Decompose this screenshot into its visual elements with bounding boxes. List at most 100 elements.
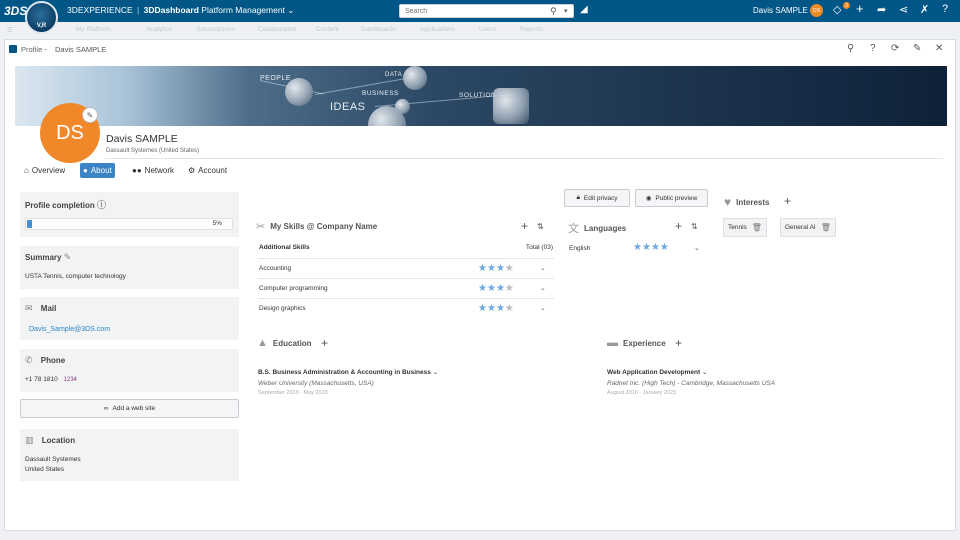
- tab-label: Overview: [31, 166, 66, 175]
- chevron-down-icon: ⌄: [287, 5, 295, 15]
- dashboard-tab[interactable]: Users: [479, 26, 496, 33]
- tag-icon[interactable]: ◢: [580, 4, 588, 15]
- star-icon[interactable]: ★: [478, 303, 487, 314]
- public-preview-button[interactable]: ◉ Public preview: [635, 189, 708, 207]
- star-icon[interactable]: ★: [496, 283, 505, 294]
- add-interest-icon[interactable]: +: [784, 194, 791, 208]
- add-education-icon[interactable]: +: [321, 336, 328, 350]
- tab-network[interactable]: ●● Network: [129, 163, 177, 178]
- dashboard-tab[interactable]: Collaboration: [258, 26, 296, 33]
- header-divider: [105, 158, 943, 159]
- tab-account[interactable]: ⚙ Account: [185, 163, 230, 178]
- additional-skills-label: Additional Skills: [259, 244, 310, 251]
- share-arrow-icon[interactable]: ➦: [877, 3, 886, 16]
- app-title[interactable]: 3DEXPERIENCE | 3DDashboard Platform Mana…: [67, 5, 294, 16]
- pin-icon[interactable]: ✎: [913, 43, 921, 54]
- star-icon[interactable]: ★: [642, 242, 651, 253]
- panel-user: Davis SAMPLE: [55, 45, 107, 54]
- star-icon[interactable]: ★: [496, 303, 505, 314]
- skill-name: Computer programming: [259, 285, 328, 292]
- dashboard-tab[interactable]: Analytics: [146, 26, 172, 33]
- home-icon: ⌂: [24, 166, 29, 175]
- dashboard-tab[interactable]: Subscriptions: [196, 26, 235, 33]
- tab-about[interactable]: ● About: [80, 163, 115, 178]
- skills-total: Total (03): [525, 244, 553, 251]
- compass-button[interactable]: V,R: [25, 1, 58, 34]
- search-icon[interactable]: ⚲: [550, 6, 557, 17]
- close-icon[interactable]: ✕: [935, 43, 943, 54]
- chevron-down-icon[interactable]: ⌄: [694, 244, 700, 252]
- star-icon[interactable]: ★: [660, 242, 669, 253]
- search-icon[interactable]: ⚲: [847, 43, 854, 54]
- edit-picture-icon[interactable]: ✎: [82, 107, 98, 123]
- phone-extension: 1234: [63, 377, 77, 383]
- ds-logo[interactable]: 3DS: [4, 4, 27, 18]
- menu-icon[interactable]: ☰: [7, 26, 13, 34]
- mail-link[interactable]: Davis_Sample@3DS.com: [29, 326, 110, 333]
- profile-organization: Dassault Systemes (United States): [106, 148, 200, 154]
- add-website-button[interactable]: ∞ Add a web site: [20, 399, 239, 418]
- skills-title: ✂ My Skills @ Company Name: [256, 221, 378, 233]
- dashboard-tab[interactable]: Dashboards: [361, 26, 396, 33]
- info-icon[interactable]: ⓘ: [97, 200, 106, 210]
- language-rating[interactable]: ★★★★: [633, 242, 669, 253]
- add-experience-icon[interactable]: +: [675, 336, 682, 350]
- experience-role[interactable]: Web Application Development ⌄: [607, 368, 707, 376]
- star-icon[interactable]: ★: [505, 303, 514, 314]
- dashboard-tab[interactable]: Content: [316, 26, 339, 33]
- refresh-icon[interactable]: ⟳: [891, 43, 899, 54]
- star-icon[interactable]: ★: [487, 303, 496, 314]
- add-skill-icon[interactable]: +: [521, 219, 528, 233]
- top-user-name[interactable]: Davis SAMPLE: [753, 6, 808, 15]
- star-icon[interactable]: ★: [496, 263, 505, 274]
- language-row: English ★★★★ ⌄: [568, 240, 708, 256]
- star-icon[interactable]: ★: [487, 263, 496, 274]
- skill-row: Design graphics ★★★★ ⌄: [258, 298, 554, 318]
- help-icon[interactable]: ?: [870, 43, 876, 54]
- location-title: ▥ Location: [25, 435, 76, 445]
- gear-icon: ⚙: [188, 166, 196, 175]
- education-title: ▲ Education: [257, 337, 312, 349]
- share-network-icon[interactable]: ⋖: [899, 3, 908, 16]
- star-icon[interactable]: ★: [478, 263, 487, 274]
- notifications-icon[interactable]: ◇: [833, 3, 841, 16]
- dashboard-tab[interactable]: My Platform: [76, 26, 111, 33]
- top-user-avatar[interactable]: DS: [810, 4, 823, 17]
- search-options-chevron-icon[interactable]: ▾: [564, 7, 568, 15]
- banner-cube: [493, 88, 529, 124]
- tab-overview[interactable]: ⌂ Overview: [21, 163, 68, 178]
- sort-icon[interactable]: ⇅: [537, 222, 544, 231]
- skill-rating[interactable]: ★★★★: [478, 283, 514, 294]
- chevron-down-icon[interactable]: ⌄: [540, 264, 546, 272]
- edit-privacy-button[interactable]: 🔒︎ Edit privacy: [564, 189, 630, 207]
- search-input[interactable]: [400, 5, 540, 17]
- help-icon[interactable]: ?: [942, 3, 948, 15]
- education-degree[interactable]: B.S. Business Administration & Accountin…: [258, 368, 438, 376]
- skill-row: Computer programming ★★★★ ⌄: [258, 278, 554, 298]
- map-icon: ▥: [25, 435, 34, 445]
- skill-rating[interactable]: ★★★★: [478, 263, 514, 274]
- phone-number: +1 78 1810 1234: [25, 376, 77, 383]
- star-icon[interactable]: ★: [487, 283, 496, 294]
- chevron-down-icon[interactable]: ⌄: [540, 304, 546, 312]
- edit-icon[interactable]: ✎: [64, 252, 72, 262]
- star-icon[interactable]: ★: [478, 283, 487, 294]
- skill-rating[interactable]: ★★★★: [478, 303, 514, 314]
- trash-icon[interactable]: 🗑︎: [821, 223, 831, 232]
- location-line2: United States: [25, 466, 65, 473]
- add-language-icon[interactable]: +: [675, 219, 682, 233]
- dashboard-tab[interactable]: Applications: [420, 26, 455, 33]
- star-icon[interactable]: ★: [633, 242, 642, 253]
- experience-title: ▬ Experience: [607, 337, 666, 349]
- dashboard-tab[interactable]: Reports: [520, 26, 543, 33]
- chevron-down-icon[interactable]: ⌄: [540, 284, 546, 292]
- star-icon[interactable]: ★: [505, 283, 514, 294]
- location-line1: Dassault Systemes: [25, 456, 81, 463]
- tools-icon[interactable]: ✗: [920, 3, 929, 16]
- add-icon[interactable]: +: [856, 1, 864, 16]
- trash-icon[interactable]: 🗑︎: [752, 223, 762, 232]
- sort-icon[interactable]: ⇅: [691, 222, 698, 231]
- user-icon: ●: [83, 166, 88, 175]
- star-icon[interactable]: ★: [651, 242, 660, 253]
- star-icon[interactable]: ★: [505, 263, 514, 274]
